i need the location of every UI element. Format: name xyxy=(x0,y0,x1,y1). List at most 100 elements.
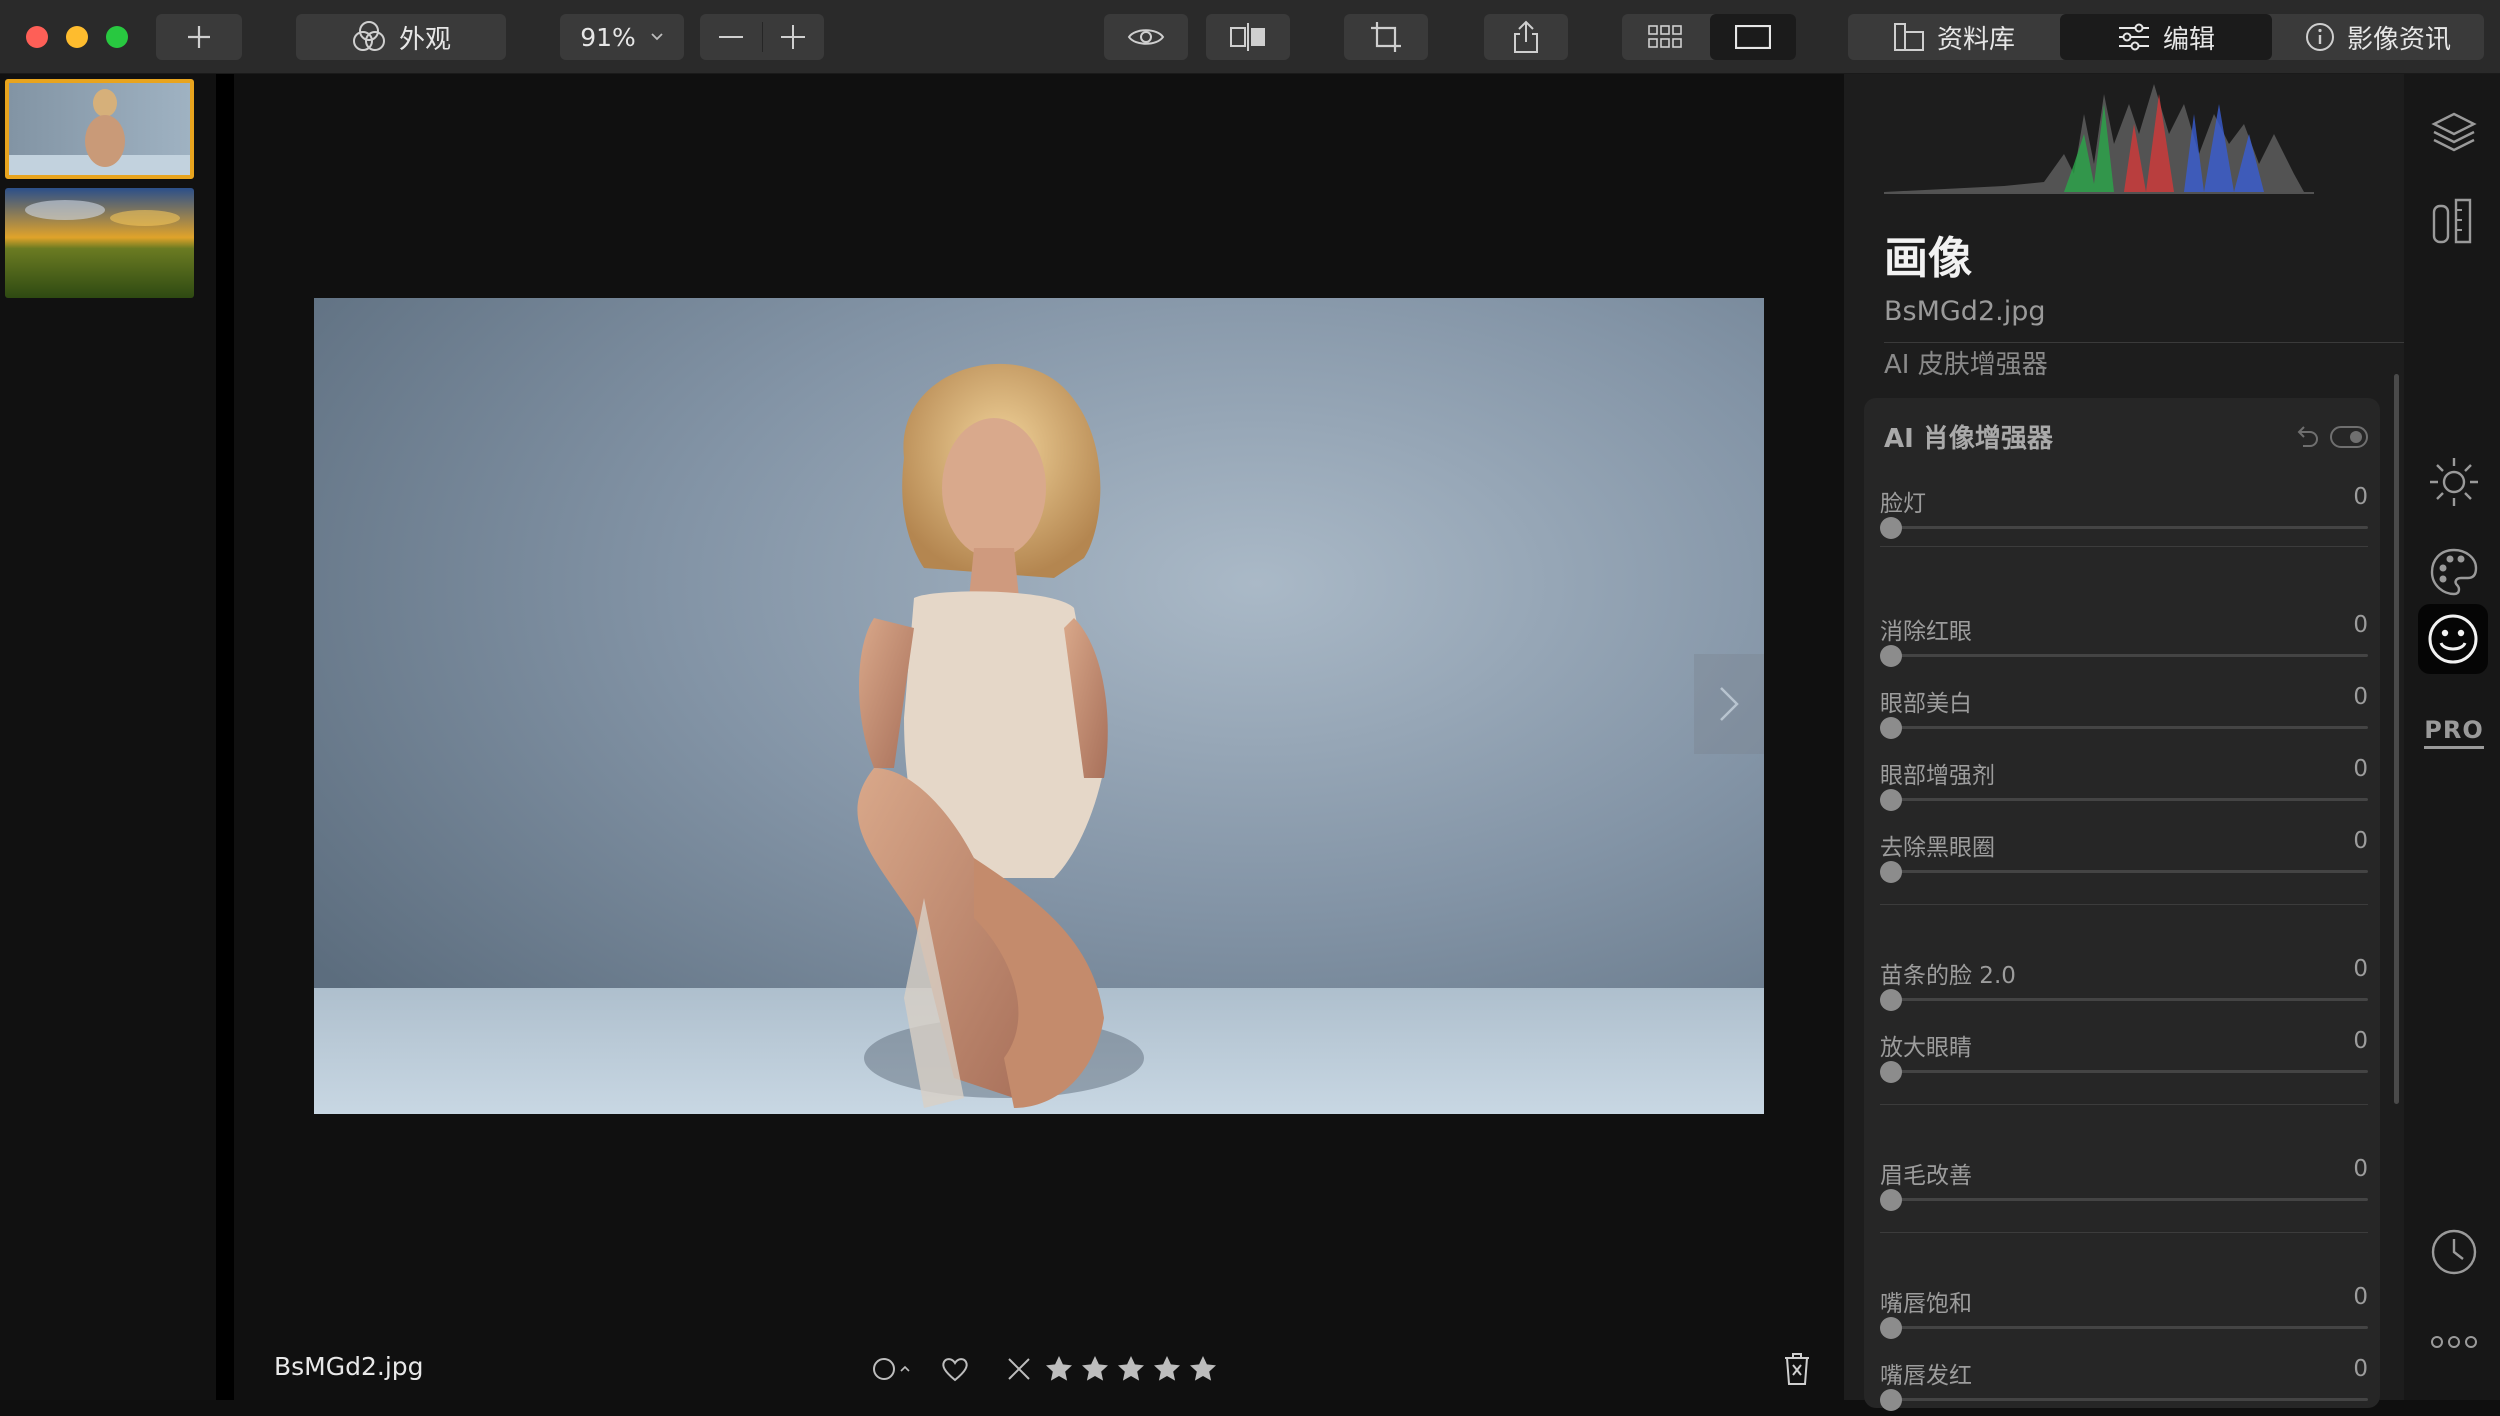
slider-knob[interactable] xyxy=(1880,1189,1902,1211)
toggle-icon xyxy=(2330,426,2368,448)
star-icon[interactable] xyxy=(1080,1354,1110,1384)
thumbnail-portrait[interactable] xyxy=(5,79,194,179)
zoom-window-button[interactable] xyxy=(106,26,128,48)
slider-track[interactable] xyxy=(1884,1070,2368,1073)
slider-label: 消除红眼 xyxy=(1880,619,1972,645)
slider-track[interactable] xyxy=(1884,870,2368,873)
add-button[interactable] xyxy=(156,14,242,60)
slider-label: 苗条的脸 2.0 xyxy=(1880,963,2016,989)
thumbnail-landscape[interactable] xyxy=(5,188,194,298)
presets-button[interactable] xyxy=(2426,194,2482,250)
zoom-stepper xyxy=(700,14,824,60)
slider-row: 放大眼睛 0 xyxy=(1880,1028,2368,1088)
slider-track[interactable] xyxy=(1884,998,2368,1001)
slider-row: 嘴唇发红 0 xyxy=(1880,1356,2368,1416)
split-view-icon xyxy=(1230,23,1265,51)
minimize-window-button[interactable] xyxy=(66,26,88,48)
slider-label: 去除黑眼圈 xyxy=(1880,835,1995,861)
layers-button[interactable] xyxy=(2426,104,2482,160)
creative-button[interactable] xyxy=(2426,544,2482,600)
info-icon xyxy=(2305,23,2334,51)
slider-group-divider xyxy=(1880,1232,2368,1233)
portrait-button[interactable] xyxy=(2418,604,2488,674)
reset-button[interactable] xyxy=(2294,424,2320,454)
slider-knob[interactable] xyxy=(1880,861,1902,883)
close-window-button[interactable] xyxy=(26,26,48,48)
visibility-toggle[interactable] xyxy=(2330,426,2368,452)
filmstrip-divider[interactable] xyxy=(216,74,234,1400)
slider-knob[interactable] xyxy=(1880,1061,1902,1083)
essentials-button[interactable] xyxy=(2426,454,2482,510)
tab-edit[interactable]: 编辑 xyxy=(2060,14,2272,60)
pro-label: PRO xyxy=(2424,715,2484,744)
more-button[interactable] xyxy=(2426,1314,2482,1370)
star-icon[interactable] xyxy=(1044,1354,1074,1384)
compare-button[interactable] xyxy=(1206,14,1290,60)
zoom-dropdown[interactable]: 91% xyxy=(560,14,684,60)
star-rating[interactable] xyxy=(1044,1354,1218,1384)
slider-track[interactable] xyxy=(1884,526,2368,529)
layers-icon xyxy=(2431,112,2477,152)
zoom-out-button[interactable] xyxy=(700,14,762,60)
slider-knob[interactable] xyxy=(1880,1317,1902,1339)
preview-button[interactable] xyxy=(1104,14,1188,60)
thumbnail-image xyxy=(9,83,190,175)
slider-knob[interactable] xyxy=(1880,517,1902,539)
zoom-value: 91% xyxy=(580,22,636,52)
slider-knob[interactable] xyxy=(1880,789,1902,811)
appearance-icon xyxy=(352,21,385,51)
slider-group-divider xyxy=(1880,1104,2368,1105)
slider-row: 苗条的脸 2.0 0 xyxy=(1880,956,2368,1016)
slider-track[interactable] xyxy=(1884,1326,2368,1329)
zoom-in-button[interactable] xyxy=(762,14,824,60)
slider-track[interactable] xyxy=(1884,798,2368,801)
slider-knob[interactable] xyxy=(1880,645,1902,667)
slider-value: 0 xyxy=(2353,1356,2368,1382)
plus-icon xyxy=(188,26,210,48)
reject-button[interactable] xyxy=(1006,1356,1032,1386)
slider-knob[interactable] xyxy=(1880,717,1902,739)
slider-track[interactable] xyxy=(1884,1198,2368,1201)
color-label-button[interactable] xyxy=(872,1356,912,1386)
filmstrip xyxy=(0,74,216,1400)
delete-button[interactable] xyxy=(1782,1352,1812,1390)
trash-icon xyxy=(1785,1353,1809,1385)
star-icon[interactable] xyxy=(1188,1354,1218,1384)
next-image-button[interactable] xyxy=(1694,654,1764,754)
plus-icon xyxy=(781,25,805,49)
card-title: AI 肖像增强器 xyxy=(1884,424,2053,454)
grid-view-button[interactable] xyxy=(1622,14,1708,60)
star-icon[interactable] xyxy=(1152,1354,1182,1384)
tab-info[interactable]: 影像资讯 xyxy=(2272,14,2484,60)
slider-label: 眼部美白 xyxy=(1880,691,1972,717)
slider-track[interactable] xyxy=(1884,654,2368,657)
image-filename: BsMGd2.jpg xyxy=(274,1352,424,1381)
slider-row: 眼部美白 0 xyxy=(1880,684,2368,744)
appearance-button[interactable]: 外观 xyxy=(296,14,506,60)
star-icon[interactable] xyxy=(1116,1354,1146,1384)
slider-value: 0 xyxy=(2353,684,2368,710)
pro-button[interactable]: PRO xyxy=(2424,704,2484,760)
slider-knob[interactable] xyxy=(1880,989,1902,1011)
sliders-icon xyxy=(2118,23,2149,51)
tab-info-label: 影像资讯 xyxy=(2346,24,2451,55)
favorite-button[interactable] xyxy=(940,1356,970,1386)
slider-knob[interactable] xyxy=(1880,1389,1902,1411)
previous-section-label[interactable]: AI 皮肤增强器 xyxy=(1884,344,2048,381)
share-button[interactable] xyxy=(1484,14,1568,60)
panel-scrollbar[interactable] xyxy=(2394,374,2399,1104)
tab-library[interactable]: 资料库 xyxy=(1848,14,2060,60)
photo-image xyxy=(314,298,1764,1114)
slider-label: 脸灯 xyxy=(1880,491,1926,517)
single-view-button[interactable] xyxy=(1710,14,1796,60)
crop-button[interactable] xyxy=(1344,14,1428,60)
slider-value: 0 xyxy=(2353,1028,2368,1054)
edit-panel: 画像 BsMGd2.jpg AI 皮肤增强器 AI 肖像增强器 脸灯 0 消除红眼 0… xyxy=(1844,74,2404,1411)
minus-icon xyxy=(719,36,743,38)
slider-label: 放大眼睛 xyxy=(1880,1035,1972,1061)
thumbnail-image xyxy=(5,188,194,298)
slider-track[interactable] xyxy=(1884,726,2368,729)
history-button[interactable] xyxy=(2426,1224,2482,1280)
main-photo[interactable] xyxy=(314,298,1764,1114)
tool-rail: PRO xyxy=(2404,74,2500,1400)
